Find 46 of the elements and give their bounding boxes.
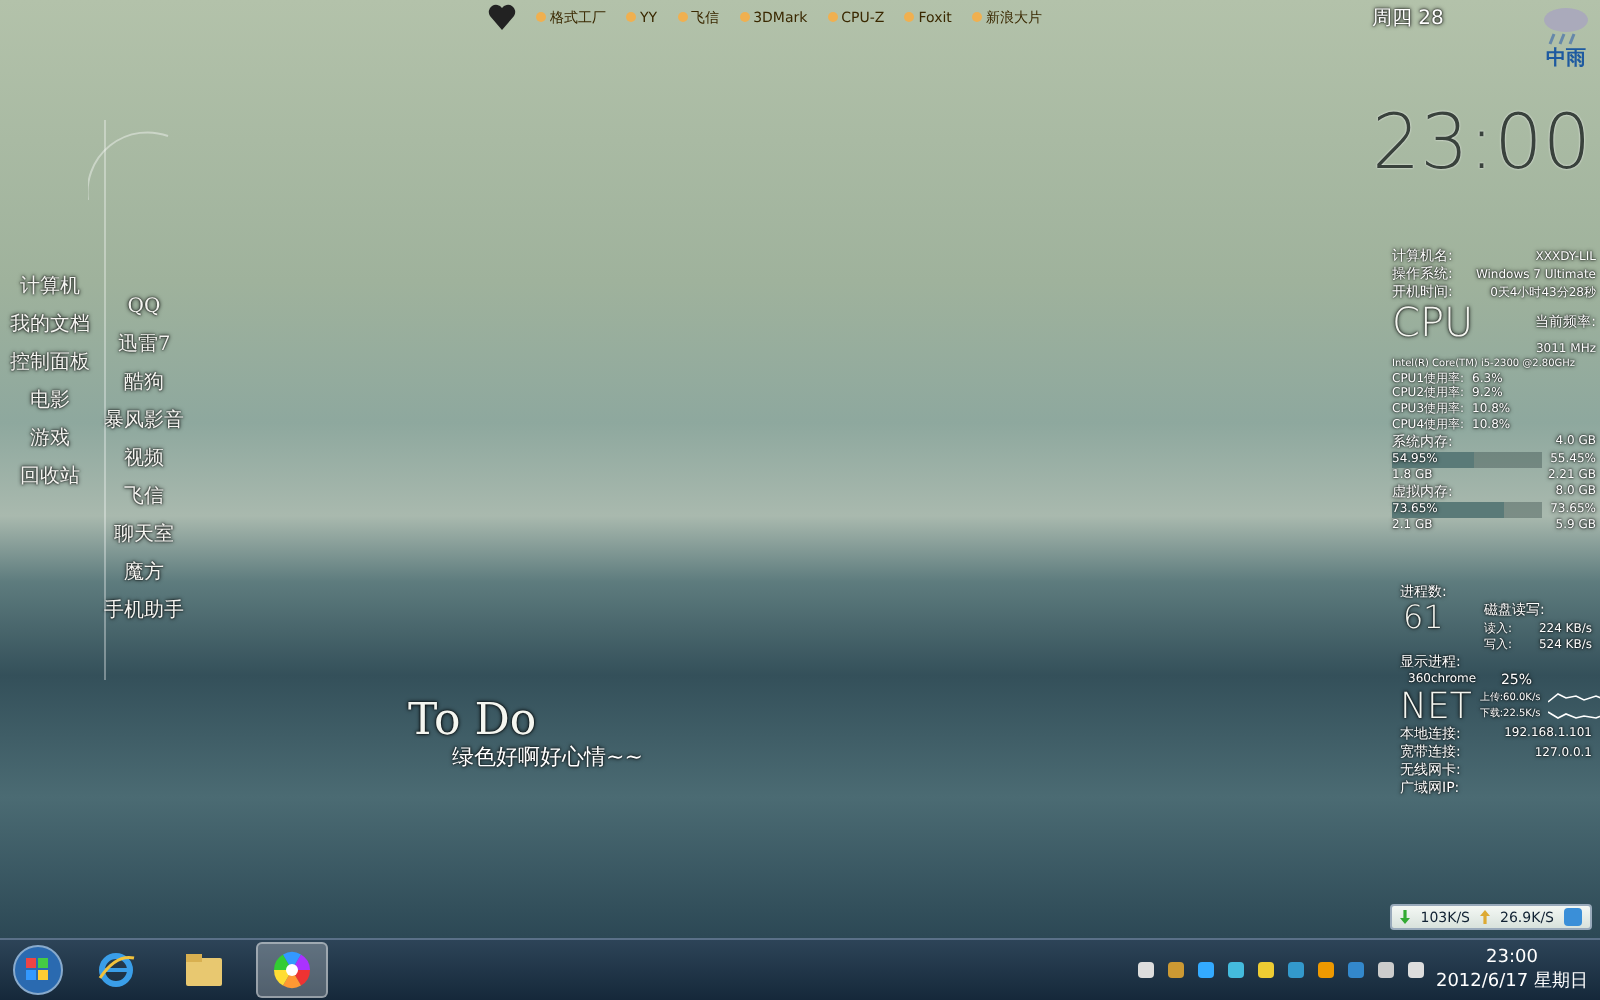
desktop-shortcut[interactable]: 飞信 bbox=[124, 478, 164, 516]
upload-graph bbox=[1548, 689, 1600, 706]
note-title: To Do bbox=[408, 700, 539, 744]
desktop-shortcut[interactable]: 迅雷7 bbox=[117, 326, 171, 364]
desktop-shortcut[interactable]: 酷狗 bbox=[124, 364, 164, 402]
tray-icon[interactable] bbox=[1405, 960, 1426, 980]
note-text: 绿色好啊好心情~~ bbox=[452, 744, 643, 773]
tray-icon[interactable] bbox=[1375, 960, 1396, 980]
app-icon bbox=[1564, 908, 1582, 926]
browser-icon bbox=[96, 950, 136, 990]
desktop-shortcut[interactable]: 我的文档 bbox=[10, 306, 90, 344]
folder-icon bbox=[184, 952, 224, 988]
tray-icon[interactable] bbox=[1225, 960, 1246, 980]
taskbar-app[interactable] bbox=[256, 942, 328, 998]
taskbar-date: 2012/6/17 星期日 bbox=[1435, 969, 1588, 993]
desktop-shortcut[interactable]: 手机助手 bbox=[104, 592, 184, 630]
download-graph bbox=[1548, 705, 1600, 722]
process-count: 61 bbox=[1403, 602, 1444, 635]
down-arrow-icon bbox=[1400, 910, 1411, 924]
desktop-shortcut[interactable]: 魔方 bbox=[124, 554, 164, 592]
desktop-shortcut[interactable]: 回收站 bbox=[20, 458, 80, 496]
tray-icon[interactable] bbox=[1285, 960, 1306, 980]
tray-icon[interactable] bbox=[1195, 960, 1216, 980]
up-arrow-icon bbox=[1480, 910, 1491, 924]
tray-icon[interactable] bbox=[1255, 960, 1276, 980]
clock-time: 23:00 bbox=[1372, 104, 1592, 180]
tray-icon[interactable] bbox=[1165, 960, 1186, 980]
net-title: NET bbox=[1400, 689, 1472, 726]
desktop-shortcut[interactable]: 暴风影音 bbox=[104, 402, 184, 440]
weather-date: 周四 28 bbox=[1372, 6, 1444, 32]
desktop-shortcut[interactable]: 视频 bbox=[124, 440, 164, 478]
desktop-shortcut[interactable]: 控制面板 bbox=[10, 344, 90, 382]
tray-icon[interactable] bbox=[1315, 960, 1336, 980]
cpu-title: CPU bbox=[1392, 302, 1474, 343]
desktop-shortcut[interactable]: 电影 bbox=[30, 382, 70, 420]
desktop-shortcut[interactable]: 游戏 bbox=[30, 420, 70, 458]
start-orb-icon[interactable] bbox=[12, 944, 64, 996]
heart-icon bbox=[488, 4, 516, 30]
desktop-shortcut[interactable]: 计算机 bbox=[20, 268, 80, 306]
taskbar-time: 23:00 bbox=[1486, 947, 1538, 967]
color-wheel-icon bbox=[272, 950, 312, 990]
desktop-shortcut[interactable]: QQ bbox=[127, 288, 161, 326]
tray-icon[interactable] bbox=[1135, 960, 1156, 980]
weather-condition: 中雨 bbox=[1546, 46, 1586, 72]
desktop-shortcut[interactable]: 聊天室 bbox=[114, 516, 174, 554]
rain-cloud-icon bbox=[1540, 6, 1592, 46]
